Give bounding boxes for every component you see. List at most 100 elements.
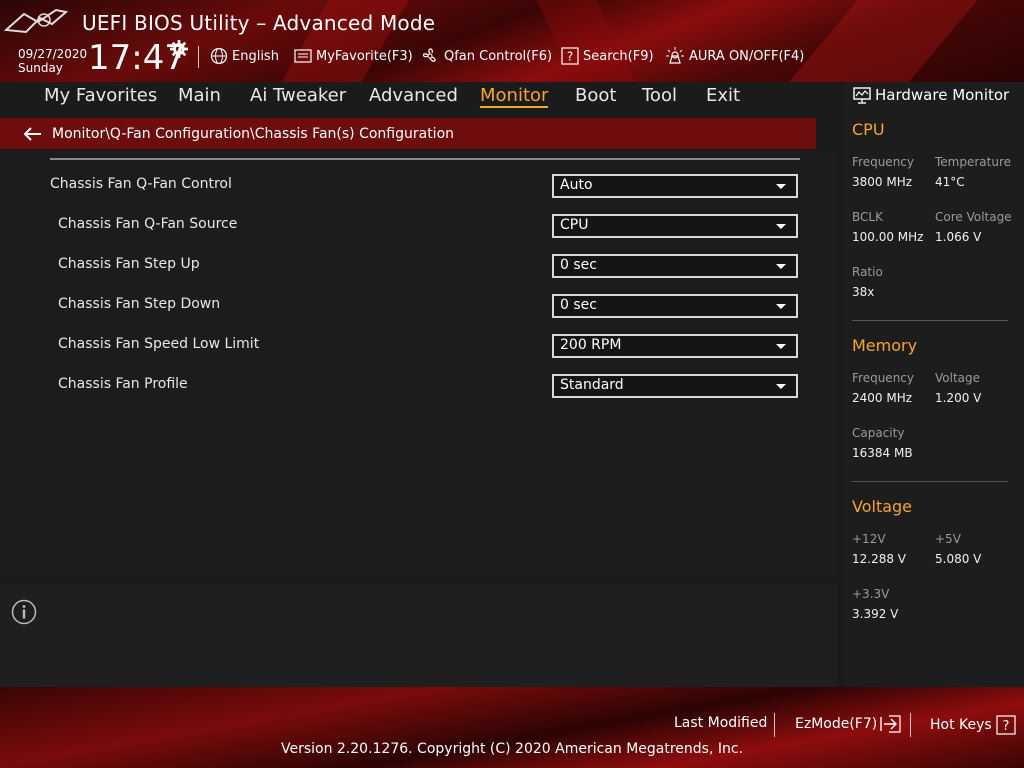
cpu-frequency-label: Frequency	[852, 155, 914, 169]
aura-icon	[666, 47, 684, 64]
voltage-heading: Voltage	[852, 497, 913, 516]
fan-icon	[422, 48, 436, 62]
v12-value: 12.288 V	[852, 552, 907, 566]
tab-advanced[interactable]: Advanced	[369, 85, 458, 106]
select-value: 0 sec	[560, 297, 597, 313]
v33-value: 3.392 V	[852, 607, 899, 621]
qfan-control-select[interactable]: Auto	[552, 174, 798, 198]
setting-row-speed-low-limit: Chassis Fan Speed Low Limit 200 RPM	[0, 334, 837, 358]
breadcrumb: Monitor\Q-Fan Configuration\Chassis Fan(…	[0, 118, 816, 149]
tab-boot[interactable]: Boot	[575, 85, 616, 106]
fan-profile-select[interactable]: Standard	[552, 374, 798, 398]
cpu-heading: CPU	[852, 120, 885, 139]
svg-text:?: ?	[567, 50, 573, 64]
hardware-monitor-panel: Hardware Monitor CPU Frequency 3800 MHz …	[845, 82, 1024, 687]
last-modified-button[interactable]: Last Modified	[674, 715, 767, 731]
memory-heading: Memory	[852, 336, 918, 355]
settings-panel: Chassis Fan Q-Fan Control Auto Chassis F…	[0, 150, 837, 577]
favorite-icon	[294, 49, 312, 63]
setting-row-qfan-control: Chassis Fan Q-Fan Control Auto	[0, 174, 837, 198]
day-display: Sunday	[18, 61, 63, 75]
setting-label: Chassis Fan Speed Low Limit	[58, 336, 260, 352]
setting-row-step-up: Chassis Fan Step Up 0 sec	[0, 254, 837, 278]
search-label: Search(F9)	[583, 48, 654, 64]
hw-monitor-title: Hardware Monitor	[875, 86, 1010, 104]
breadcrumb-path: Monitor\Q-Fan Configuration\Chassis Fan(…	[52, 125, 455, 142]
v5-value: 5.080 V	[935, 552, 982, 566]
setting-label: Chassis Fan Profile	[58, 376, 188, 392]
chevron-down-icon	[776, 224, 786, 229]
gear-icon[interactable]	[170, 40, 188, 58]
top-header: UEFI BIOS Utility – Advanced Mode 09/27/…	[0, 0, 1024, 82]
cpu-temperature-value: 41°C	[935, 175, 965, 189]
footer: Last Modified EzMode(F7) Hot Keys ? Vers…	[0, 687, 1024, 768]
rog-logo	[4, 8, 68, 34]
aura-toggle-button[interactable]: AURA ON/OFF(F4)	[665, 46, 804, 66]
select-value: CPU	[560, 217, 589, 233]
setting-label: Chassis Fan Step Down	[58, 296, 221, 312]
qfan-source-select[interactable]: CPU	[552, 214, 798, 238]
search-button[interactable]: ? Search(F9)	[561, 46, 654, 66]
monitor-icon	[853, 86, 871, 104]
setting-label: Chassis Fan Step Up	[58, 256, 200, 272]
ratio-value: 38x	[852, 285, 875, 299]
cpu-temperature-label: Temperature	[935, 155, 1012, 169]
setting-row-step-down: Chassis Fan Step Down 0 sec	[0, 294, 837, 318]
select-value: 0 sec	[560, 257, 597, 273]
header-decoration	[532, 0, 648, 82]
app-title: UEFI BIOS Utility – Advanced Mode	[82, 11, 436, 35]
divider	[198, 46, 199, 68]
bclk-value: 100.00 MHz	[852, 230, 924, 244]
chevron-down-icon	[776, 264, 786, 269]
ezmode-button[interactable]: EzMode(F7)	[795, 715, 901, 733]
header-decoration	[782, 0, 978, 82]
svg-text:?: ?	[1002, 719, 1009, 734]
search-icon: ?	[561, 47, 579, 65]
setting-row-fan-profile: Chassis Fan Profile Standard	[0, 374, 837, 398]
help-info-panel	[0, 584, 837, 687]
bclk-label: BCLK	[852, 210, 883, 224]
hw-monitor-header: Hardware Monitor	[853, 86, 1009, 104]
info-icon	[11, 599, 37, 625]
speed-low-limit-select[interactable]: 200 RPM	[552, 334, 798, 358]
tab-exit[interactable]: Exit	[706, 85, 740, 106]
divider	[852, 481, 1008, 482]
divider	[910, 713, 911, 737]
tab-tool[interactable]: Tool	[642, 85, 677, 106]
qfan-control-label: Qfan Control(F6)	[444, 48, 553, 64]
divider	[852, 320, 1008, 321]
memory-voltage-label: Voltage	[935, 371, 981, 385]
help-icon: ?	[996, 715, 1016, 735]
ezmode-label: EzMode(F7)	[795, 716, 878, 732]
v12-label: +12V	[852, 532, 886, 546]
v5-label: +5V	[935, 532, 961, 546]
tab-ai-tweaker[interactable]: Ai Tweaker	[250, 85, 346, 106]
date-display: 09/27/2020	[18, 47, 88, 61]
hot-keys-button[interactable]: Hot Keys ?	[930, 715, 1016, 735]
select-value: 200 RPM	[560, 337, 622, 353]
copyright-text: Version 2.20.1276. Copyright (C) 2020 Am…	[280, 741, 744, 757]
step-up-select[interactable]: 0 sec	[552, 254, 798, 278]
exit-arrow-icon	[880, 715, 901, 733]
hot-keys-label: Hot Keys	[930, 717, 992, 733]
main-nav: My Favorites Main Ai Tweaker Advanced Mo…	[0, 82, 838, 112]
back-arrow-icon[interactable]	[24, 126, 42, 141]
globe-icon	[210, 47, 228, 65]
step-down-select[interactable]: 0 sec	[552, 294, 798, 318]
chevron-down-icon	[776, 384, 786, 389]
memory-voltage-value: 1.200 V	[935, 391, 982, 405]
ratio-label: Ratio	[852, 265, 883, 279]
myfavorite-button[interactable]: MyFavorite(F3)	[294, 46, 413, 66]
capacity-label: Capacity	[852, 426, 905, 440]
select-value: Standard	[560, 377, 624, 393]
chevron-down-icon	[776, 304, 786, 309]
memory-frequency-value: 2400 MHz	[852, 391, 913, 405]
tab-main[interactable]: Main	[178, 85, 221, 106]
tab-my-favorites[interactable]: My Favorites	[44, 85, 157, 106]
qfan-control-button[interactable]: Qfan Control(F6)	[420, 46, 552, 66]
language-label: English	[232, 48, 279, 64]
language-button[interactable]: English	[210, 46, 279, 66]
core-voltage-label: Core Voltage	[935, 210, 1012, 224]
tab-monitor[interactable]: Monitor	[480, 85, 549, 108]
chevron-down-icon	[776, 344, 786, 349]
